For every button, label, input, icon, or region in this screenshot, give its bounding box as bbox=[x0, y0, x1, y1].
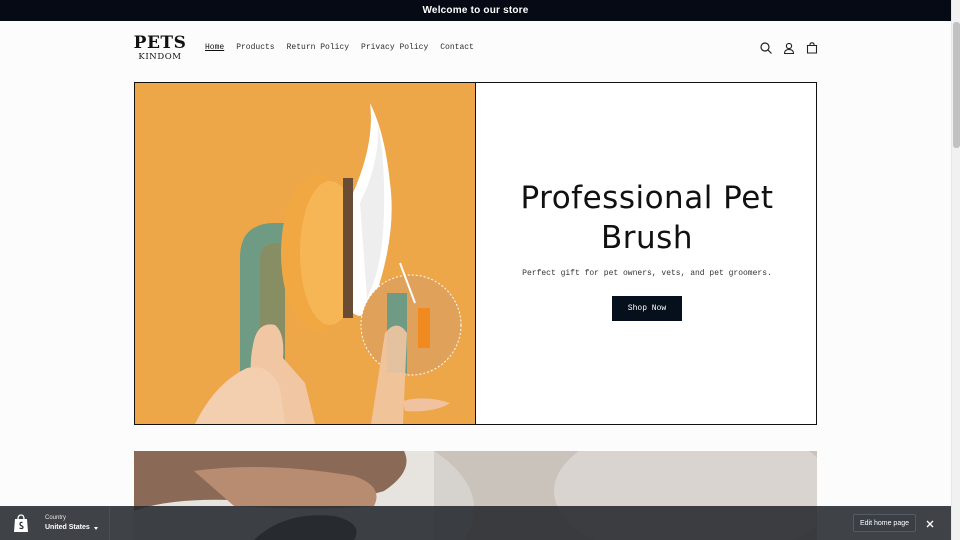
country-value[interactable]: United States bbox=[45, 524, 90, 531]
store-logo[interactable]: PETS KINDOM bbox=[133, 33, 187, 65]
announcement-text: Welcome to our store bbox=[422, 5, 529, 16]
country-selector[interactable]: Country United States bbox=[0, 506, 110, 540]
shop-now-button[interactable]: Shop Now bbox=[612, 296, 682, 321]
logo-line1: PETS bbox=[133, 33, 187, 53]
main-nav: Home Products Return Policy Privacy Poli… bbox=[205, 43, 474, 52]
nav-privacy-policy[interactable]: Privacy Policy bbox=[361, 43, 428, 52]
hero-subtitle: Perfect gift for pet owners, vets, and p… bbox=[522, 269, 772, 278]
hero-title: Professional Pet Brush bbox=[520, 180, 774, 256]
shopify-bag-icon bbox=[12, 514, 30, 533]
chevron-down-icon[interactable] bbox=[94, 527, 98, 530]
close-icon[interactable] bbox=[924, 517, 936, 529]
nav-return-policy[interactable]: Return Policy bbox=[287, 43, 349, 52]
announcement-bar: Welcome to our store bbox=[0, 0, 951, 21]
country-label: Country bbox=[45, 515, 67, 521]
hero-content: Professional Pet Brush Perfect gift for … bbox=[477, 83, 817, 424]
cart-icon[interactable] bbox=[805, 41, 819, 55]
search-icon[interactable] bbox=[759, 41, 773, 55]
hero-banner: Professional Pet Brush Perfect gift for … bbox=[134, 82, 817, 425]
logo-line2: KINDOM bbox=[138, 52, 182, 62]
nav-contact[interactable]: Contact bbox=[440, 43, 474, 52]
nav-products[interactable]: Products bbox=[236, 43, 274, 52]
preview-bar: Country United States bbox=[0, 506, 951, 540]
hero-product-image bbox=[135, 83, 476, 424]
scrollbar-thumb[interactable] bbox=[953, 22, 960, 148]
account-icon[interactable] bbox=[782, 41, 796, 55]
site-header: PETS KINDOM Home Products Return Policy … bbox=[0, 21, 951, 75]
edit-home-page-button[interactable]: Edit home page bbox=[853, 514, 916, 532]
page-scrollbar[interactable] bbox=[951, 0, 960, 540]
nav-home[interactable]: Home bbox=[205, 43, 224, 52]
